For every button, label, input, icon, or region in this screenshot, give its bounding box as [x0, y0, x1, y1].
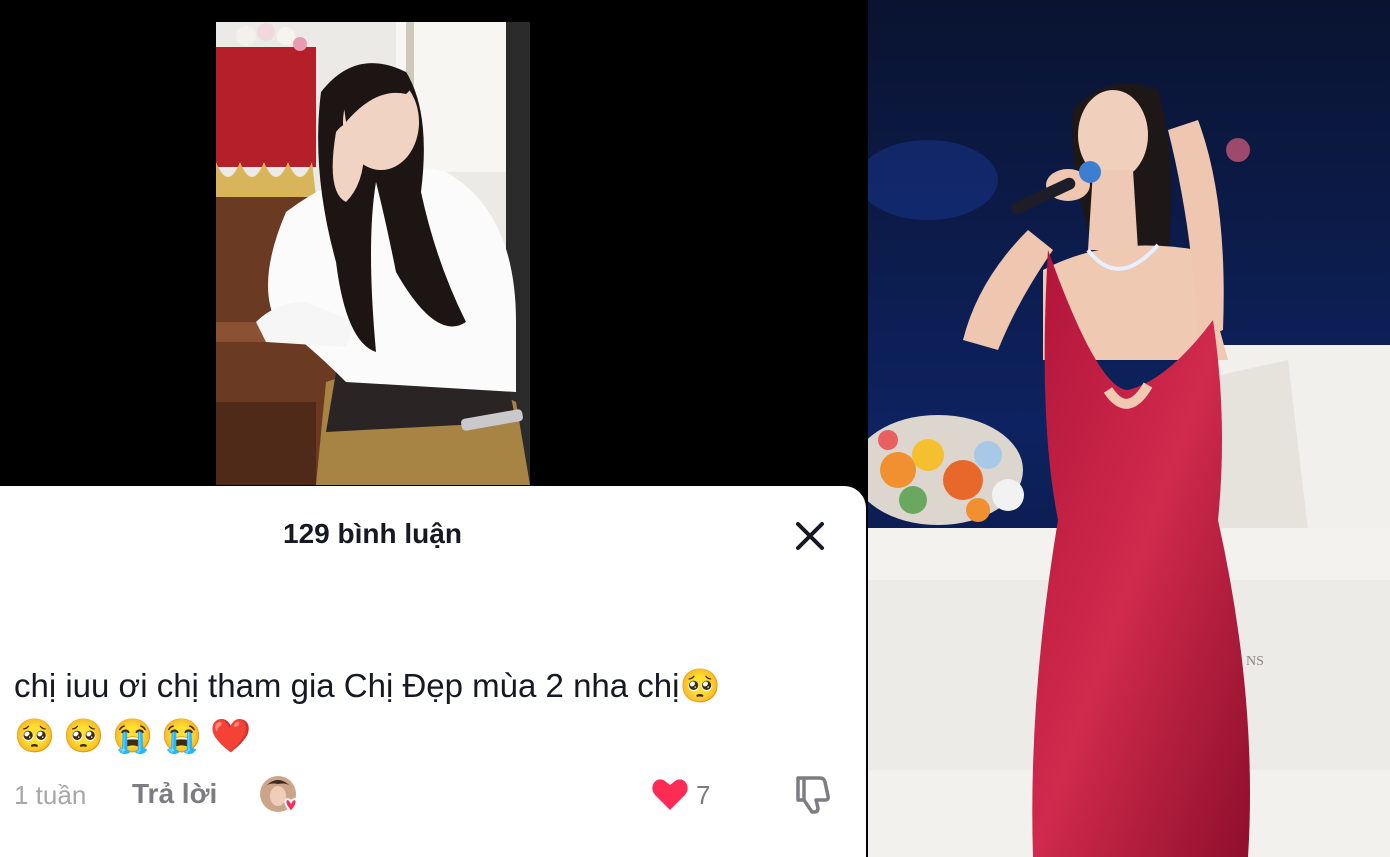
pleading-face-emoji: 🥺	[63, 717, 105, 754]
reply-button[interactable]: Trả lời	[132, 778, 217, 810]
woman-at-piano-illustration	[216, 22, 530, 485]
comments-sheet: 129 bình luận chị iuu ơi chị tham gia Ch…	[0, 486, 866, 857]
red-heart-emoji: ❤️	[210, 717, 252, 754]
crying-face-emoji: 😭	[112, 717, 154, 754]
comment-text: chị iuu ơi chị tham gia Chị Đẹp mùa 2 nh…	[14, 667, 680, 704]
comment-count-title: 129 bình luận	[283, 518, 462, 549]
pleading-face-emoji: 🥺	[14, 717, 56, 754]
comment-emoji-row: 🥺 🥺 😭 😭 ❤️	[14, 711, 844, 761]
piano-lettering: NS	[1246, 654, 1264, 669]
creator-liked-avatar	[258, 774, 304, 818]
heart-icon	[652, 779, 688, 810]
comment-body: chị iuu ơi chị tham gia Chị Đẹp mùa 2 nh…	[14, 661, 844, 761]
left-screenshot-panel: 129 bình luận chị iuu ơi chị tham gia Ch…	[0, 0, 868, 857]
crying-face-emoji: 😭	[161, 717, 203, 754]
video-thumbnail-image[interactable]	[216, 22, 530, 485]
like-button[interactable]: 7	[650, 776, 730, 816]
comment-meta-row: 1 tuần Trả lời 7	[14, 776, 854, 816]
singer-on-stage-illustration: NS	[868, 0, 1390, 857]
pleading-face-emoji: 🥺	[679, 667, 721, 704]
comment-timestamp: 1 tuần	[14, 780, 87, 810]
thumbs-down-icon[interactable]	[790, 772, 834, 816]
like-count: 7	[696, 780, 711, 810]
close-icon[interactable]	[790, 516, 830, 556]
stage-performance-photo: NS	[868, 0, 1390, 857]
